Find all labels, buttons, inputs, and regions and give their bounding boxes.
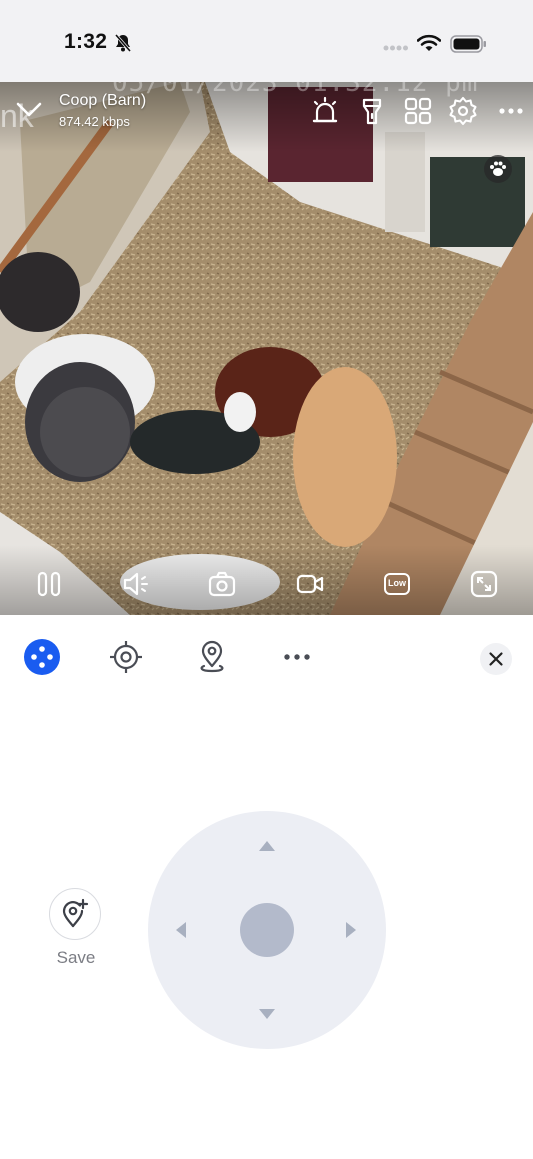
arrow-right-icon[interactable]	[344, 920, 358, 940]
spotlight-icon[interactable]	[357, 96, 387, 126]
more-dots-icon[interactable]	[279, 639, 315, 675]
camera-name: Coop (Barn)	[59, 92, 147, 109]
arrow-up-icon[interactable]	[257, 839, 277, 853]
record-icon[interactable]	[295, 569, 325, 599]
joystick-knob[interactable]	[240, 903, 294, 957]
siren-icon[interactable]	[310, 96, 340, 126]
snapshot-icon[interactable]	[207, 569, 237, 599]
video-bottom-shade	[0, 545, 533, 615]
fullscreen-icon[interactable]	[469, 569, 499, 599]
camera-bitrate: 874.42 kbps	[59, 114, 130, 129]
speaker-icon[interactable]	[122, 569, 152, 599]
video-frame	[0, 82, 533, 615]
close-button[interactable]	[480, 643, 512, 675]
arrow-down-icon[interactable]	[257, 1007, 277, 1021]
pet-detection-badge	[484, 155, 512, 183]
more-icon[interactable]	[496, 96, 526, 126]
settings-icon[interactable]	[448, 96, 478, 126]
save-label: Save	[56, 948, 96, 967]
bell-slash-icon	[114, 34, 132, 52]
save-preset-button[interactable]	[49, 888, 101, 940]
multi-view-icon[interactable]	[403, 96, 433, 126]
preset-location-tab-icon[interactable]	[194, 639, 230, 675]
battery-icon	[450, 35, 486, 53]
arrow-left-icon[interactable]	[174, 920, 188, 940]
pause-icon[interactable]	[34, 569, 64, 599]
tracking-tab-icon[interactable]	[108, 639, 144, 675]
live-video[interactable]: 05/01/2023 01:32:12 pm nk Coop (Barn) 87…	[0, 82, 533, 615]
quality-label: Low	[388, 578, 406, 588]
add-location-icon	[62, 898, 89, 928]
close-icon	[489, 652, 503, 666]
ptz-tab-icon	[31, 646, 53, 668]
status-time: 1:32	[64, 30, 108, 53]
wifi-icon	[417, 34, 441, 51]
ptz-control-sheet: Save	[0, 615, 533, 1159]
paw-icon	[490, 161, 506, 176]
ptz-tab[interactable]	[24, 639, 60, 675]
cellular-signal-icon	[383, 45, 408, 51]
status-bar: 1:32	[0, 0, 533, 82]
quality-icon[interactable]: Low	[382, 569, 412, 599]
chevron-down-icon[interactable]	[16, 102, 42, 118]
ptz-joystick[interactable]	[148, 811, 386, 1049]
